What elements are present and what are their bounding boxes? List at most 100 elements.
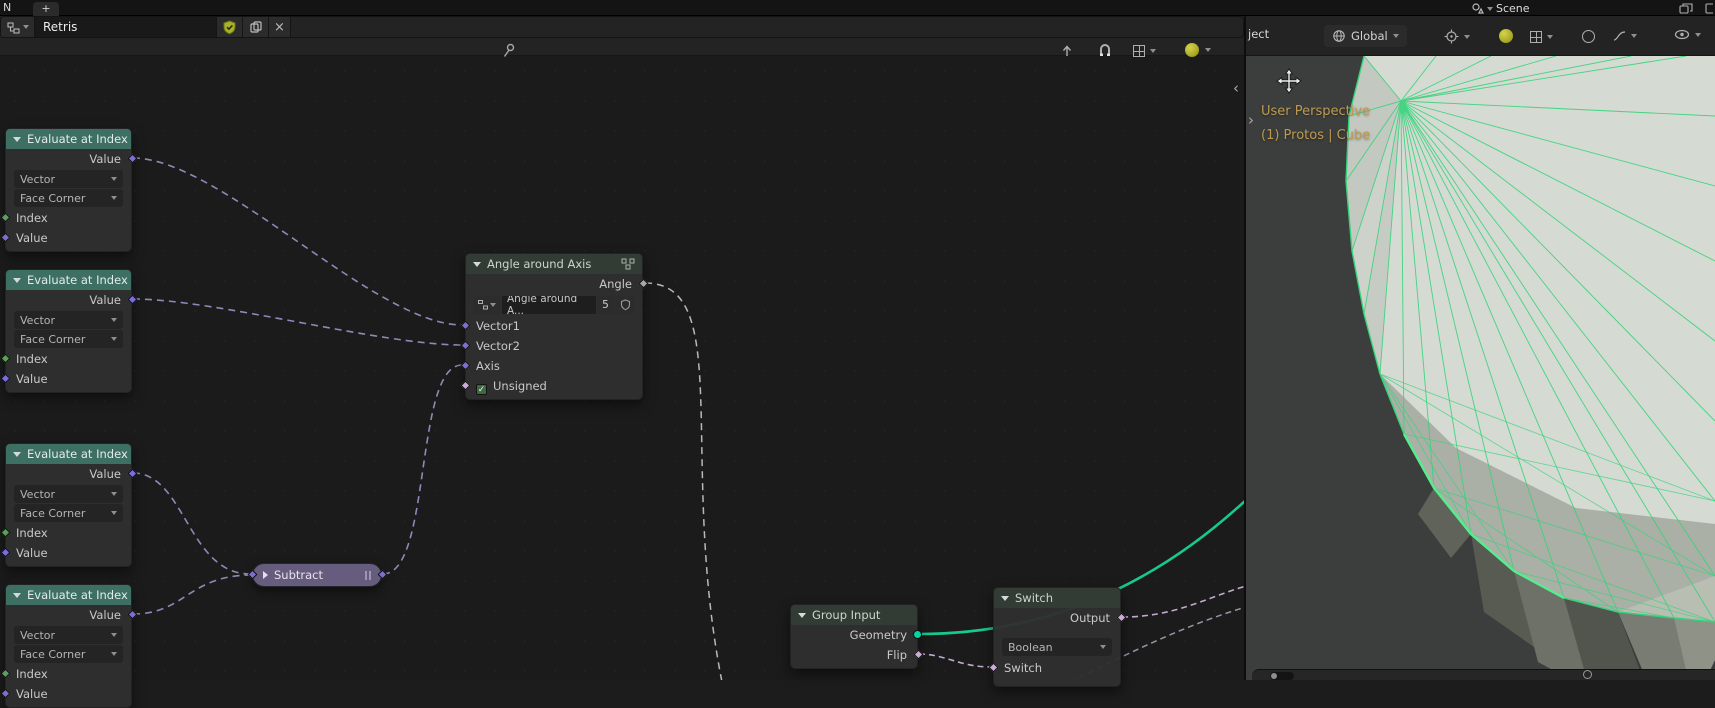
node-evaluate-at-index-2[interactable]: Evaluate at Index Value Vector Face Corn… [0, 269, 137, 393]
browse-group-button[interactable] [473, 296, 501, 314]
new-node-tree-button[interactable] [243, 17, 269, 37]
node-title: Group Input [812, 608, 881, 622]
scene-selector[interactable]: Scene [1471, 2, 1530, 15]
users-count-button[interactable]: 5 [597, 296, 614, 314]
magnet-active-icon [1499, 29, 1513, 43]
input-label: Axis [476, 359, 500, 373]
snap-mode-dropdown[interactable] [1133, 45, 1156, 57]
node-subtract[interactable]: Subtract [247, 563, 387, 587]
chevron-down-icon [111, 633, 117, 637]
bottom-editor-header-partial [1252, 669, 1715, 680]
pin-button[interactable] [501, 43, 516, 59]
output-label: Output [1070, 611, 1110, 625]
browse-node-tree-button[interactable] [1, 17, 35, 37]
input-label: Index [16, 667, 48, 681]
new-workspace-tab[interactable]: + [33, 2, 59, 16]
node-group-input[interactable]: Group Input Geometry Flip [790, 604, 923, 669]
viewport-sidebar-toggle[interactable]: › [1248, 113, 1254, 128]
toggle-switch[interactable] [1270, 672, 1294, 680]
region-divider[interactable] [1244, 16, 1246, 680]
node-angle-around-axis[interactable]: Angle around Axis Angle Angle around A..… [460, 253, 648, 400]
chevron-down-icon [1487, 6, 1493, 11]
viewport-header: ject Global [1246, 16, 1715, 56]
node-header[interactable]: Switch [994, 588, 1120, 608]
collapse-chevron-icon[interactable] [798, 612, 806, 618]
pivot-point-dropdown[interactable] [1444, 29, 1470, 44]
fake-user-shield-button[interactable] [217, 17, 243, 37]
search-icon[interactable] [1583, 670, 1592, 679]
output-label: Value [89, 608, 121, 622]
node-evaluate-at-index-4[interactable]: Evaluate at Index Value Vector Face Corn… [0, 584, 137, 708]
node-switch[interactable]: Switch Output Boolean Switch [988, 587, 1126, 687]
fake-user-toggle[interactable] [615, 296, 635, 314]
node-tree-name-field[interactable]: Retris [35, 17, 217, 37]
chevron-down-icon [1631, 34, 1637, 38]
data-type-dropdown[interactable]: Vector [14, 626, 123, 644]
overlays-dropdown[interactable] [1185, 43, 1211, 57]
domain-dropdown[interactable]: Face Corner [14, 645, 123, 663]
node-group-icon [621, 258, 635, 270]
dropdown-value: Face Corner [20, 647, 86, 661]
dropdown-value: Face Corner [20, 191, 86, 205]
chevron-down-icon [1100, 645, 1106, 649]
domain-dropdown[interactable]: Face Corner [14, 504, 123, 522]
domain-dropdown[interactable]: Face Corner [14, 189, 123, 207]
output-label: Angle [599, 277, 632, 291]
scene-name: Scene [1496, 2, 1530, 15]
collapse-chevron-icon[interactable] [13, 592, 21, 598]
snap-toggle-active[interactable] [1499, 29, 1513, 43]
view-layer-icon[interactable] [1679, 2, 1693, 15]
node-header[interactable]: Evaluate at Index [6, 585, 131, 605]
viewport-object-info: (1) Protos | Cube [1261, 128, 1371, 143]
unlink-button[interactable]: × [269, 17, 291, 37]
3d-viewport[interactable]: › User Perspective (1) Protos | Cube [1246, 56, 1715, 680]
collapse-chevron-icon[interactable] [13, 136, 21, 142]
node-evaluate-at-index-3[interactable]: Evaluate at Index Value Vector Face Corn… [0, 443, 137, 567]
data-type-dropdown[interactable]: Vector [14, 485, 123, 503]
dropdown-value: Vector [20, 172, 56, 186]
magnet-icon [1100, 44, 1110, 56]
chevron-down-icon [111, 511, 117, 515]
collapse-chevron-icon[interactable] [13, 451, 21, 457]
node-title: Switch [1015, 591, 1054, 605]
input-label: Value [16, 231, 48, 245]
geometry-output-socket[interactable] [912, 630, 922, 639]
node-header[interactable]: Evaluate at Index [6, 129, 131, 149]
chevron-down-icon [111, 177, 117, 181]
go-to-parent-tree-button[interactable] [1059, 43, 1075, 58]
snap-toggle-button[interactable] [1097, 43, 1113, 58]
node-evaluate-at-index-1[interactable]: Evaluate at Index Value Vector Face Corn… [0, 128, 137, 252]
transform-orientation-dropdown[interactable]: Global [1324, 25, 1407, 47]
group-name-field[interactable]: Angle around A... [502, 296, 596, 314]
collapse-chevron-icon[interactable] [13, 277, 21, 283]
partial-corner-icon [1705, 2, 1713, 15]
visibility-dropdown[interactable] [1674, 28, 1701, 41]
node-header[interactable]: Evaluate at Index [6, 444, 131, 464]
falloff-dropdown[interactable] [1612, 29, 1637, 43]
data-type-dropdown[interactable]: Vector [14, 170, 123, 188]
mode-dropdown-partial[interactable]: ject [1248, 27, 1269, 41]
dropdown-value: Face Corner [20, 506, 86, 520]
chevron-down-icon [111, 196, 117, 200]
node-header[interactable]: Group Input [791, 605, 917, 625]
node-title: Subtract [274, 568, 324, 582]
chevron-down-icon [1547, 35, 1553, 39]
proportional-editing-toggle[interactable] [1582, 30, 1595, 43]
orientation-label: Global [1351, 29, 1388, 43]
node-header[interactable]: Evaluate at Index [6, 270, 131, 290]
node-title: Evaluate at Index [27, 447, 128, 461]
domain-dropdown[interactable]: Face Corner [14, 330, 123, 348]
value-input-socket[interactable] [0, 688, 10, 698]
node-editor-sidebar-toggle[interactable]: ‹ [1233, 81, 1239, 96]
scene-icon [1471, 2, 1484, 15]
collapse-chevron-icon[interactable] [473, 261, 481, 267]
proportional-circle-icon [1582, 30, 1595, 43]
unsigned-checkbox[interactable]: ✓ [476, 384, 487, 395]
viewport-mesh [1246, 56, 1715, 680]
expand-chevron-icon[interactable] [263, 571, 268, 579]
switch-type-dropdown[interactable]: Boolean [1002, 638, 1112, 656]
data-type-dropdown[interactable]: Vector [14, 311, 123, 329]
snap-settings-dropdown[interactable] [1530, 31, 1553, 43]
node-header[interactable]: Angle around Axis [466, 254, 642, 274]
collapse-chevron-icon[interactable] [1001, 595, 1009, 601]
